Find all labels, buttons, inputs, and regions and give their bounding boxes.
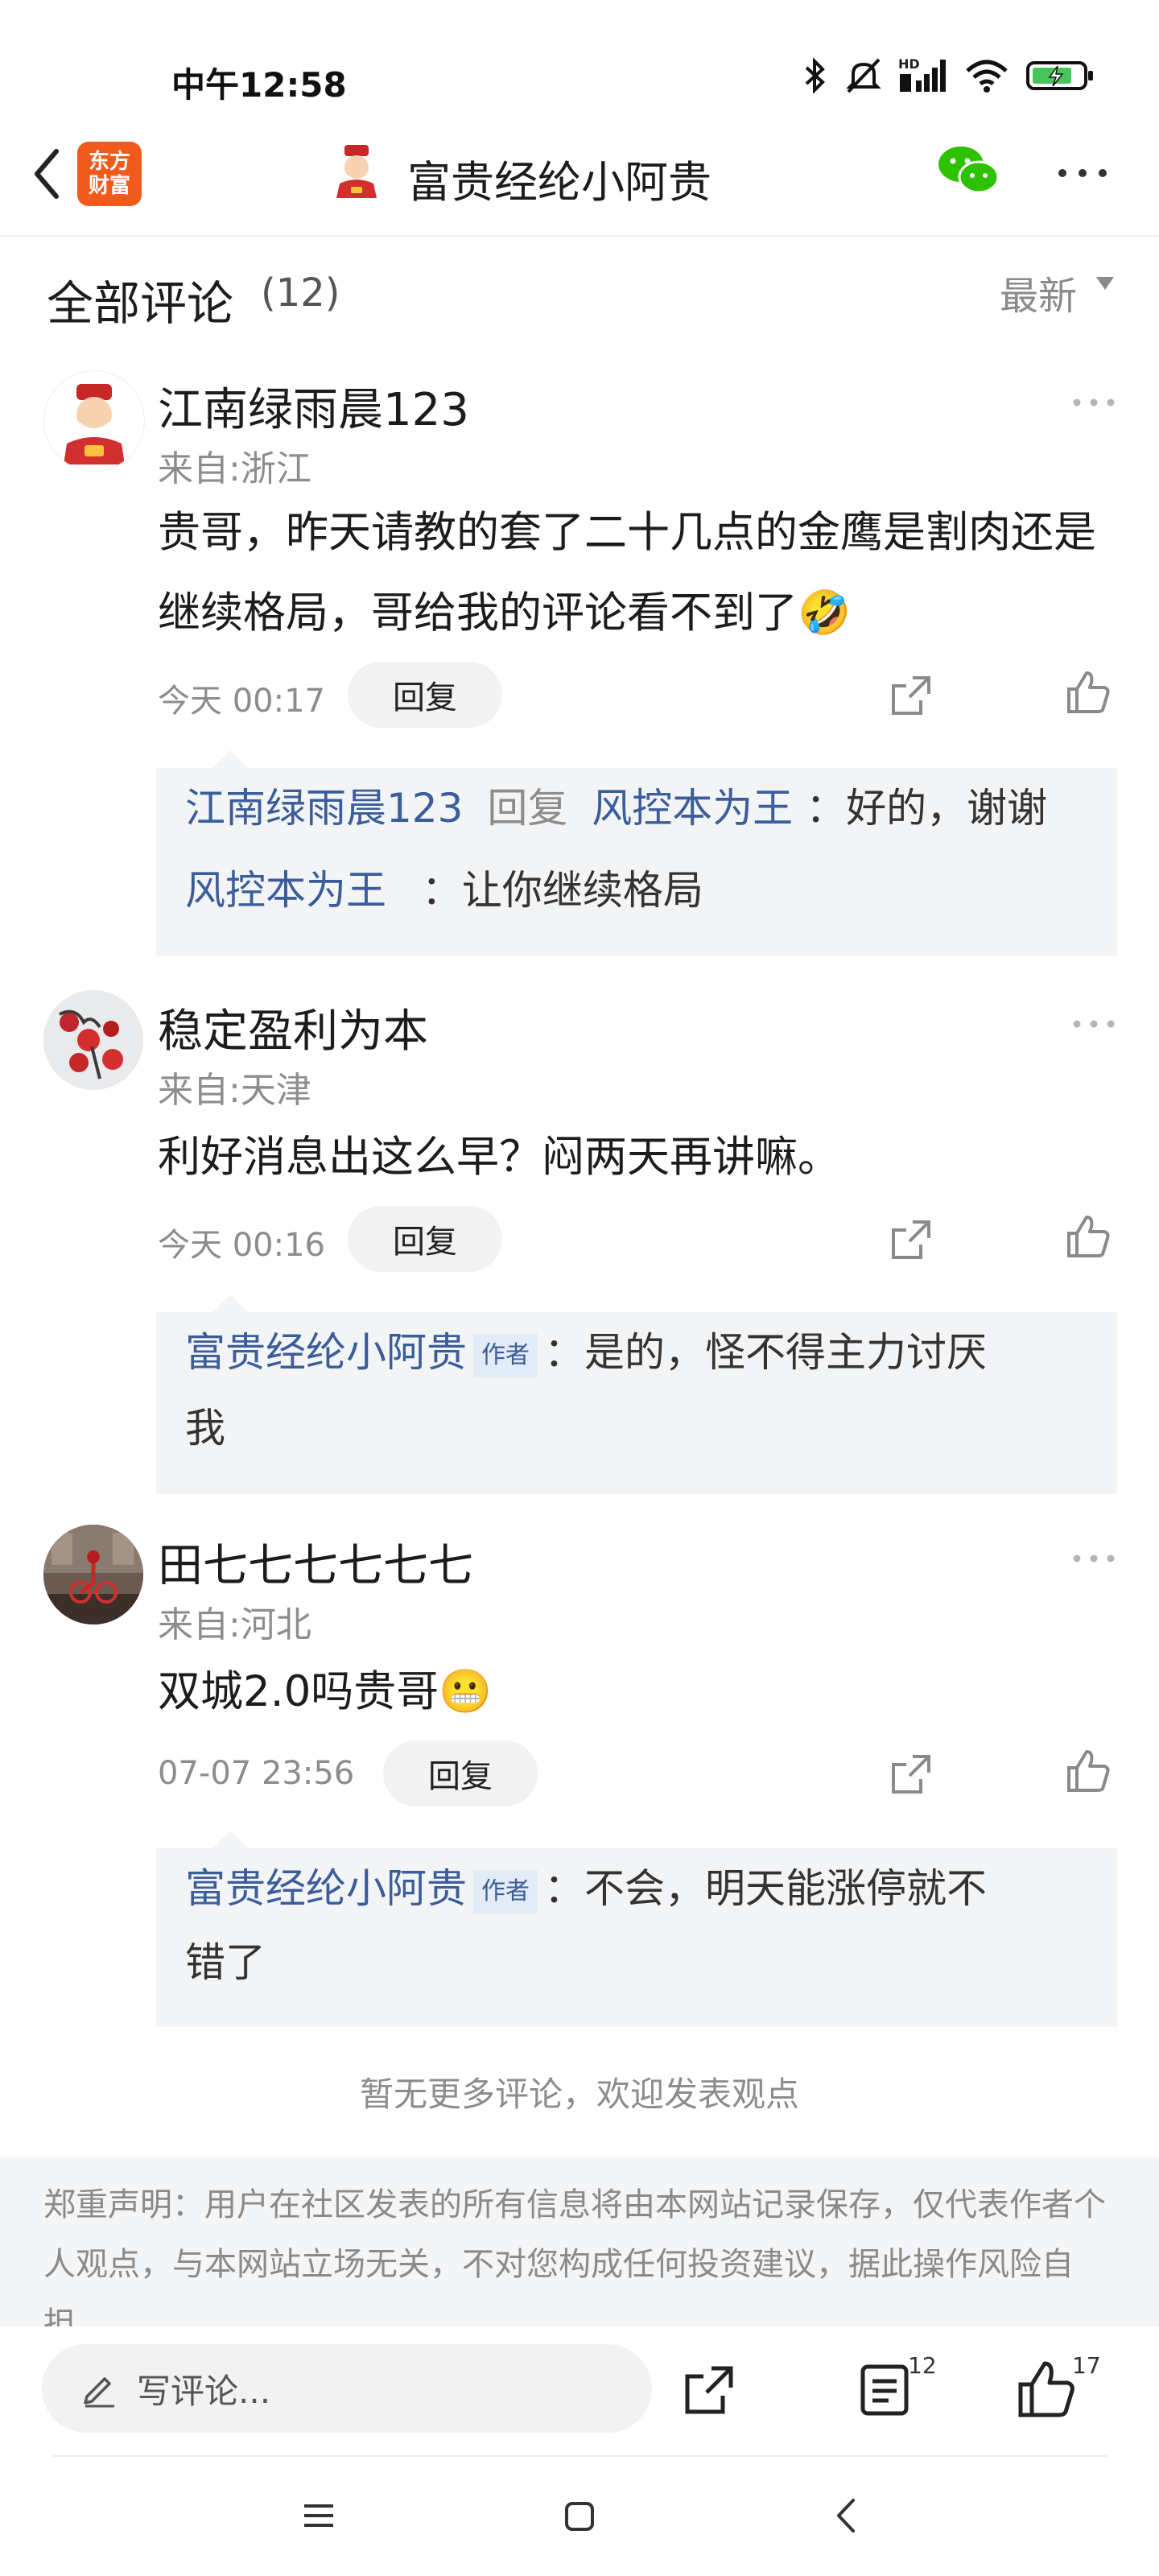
sort-dropdown[interactable]: 最新: [1000, 264, 1077, 320]
reply-from[interactable]: 江南绿雨晨123: [185, 785, 463, 832]
reply-box: 富贵经纶小阿贵 作者 ：不会，明天能涨停就不 错了: [156, 1848, 1117, 2027]
comment-body: 双城2.0吗贵哥😬: [158, 1667, 493, 1716]
more-dots-icon[interactable]: [1070, 396, 1117, 409]
comment-location: 来自:河北: [158, 1604, 311, 1645]
reply-text: ：让你继续格局: [421, 867, 703, 914]
comment-time: 今天 00:17: [158, 683, 325, 720]
more-dots-icon[interactable]: [1054, 165, 1111, 181]
reply-button[interactable]: 回复: [348, 662, 502, 728]
share-icon[interactable]: [889, 1752, 934, 1797]
no-more-comments: 暂无更多评论，欢迎发表观点: [359, 2074, 799, 2114]
caret-down-icon[interactable]: [1095, 275, 1116, 291]
comment-list-icon[interactable]: [856, 2362, 913, 2418]
mute-bell-icon: [846, 58, 881, 93]
more-dots-icon[interactable]: [1070, 1552, 1117, 1565]
comment-count-badge: 12: [908, 2352, 937, 2379]
reply-line: 风控本为王 ：让你继续格局: [185, 850, 703, 931]
reply-button[interactable]: 回复: [383, 1740, 538, 1806]
comments-title: 全部评论: [47, 276, 234, 331]
share-icon[interactable]: [681, 2362, 737, 2418]
reply-pointer: [212, 750, 248, 768]
back-arrow-icon[interactable]: [23, 142, 71, 206]
bluetooth-icon: [805, 57, 825, 94]
reply-text: ：好的，谢谢: [806, 785, 1048, 832]
wifi-icon: [966, 60, 1008, 93]
comment-body: 贵哥，昨天请教的套了二十几点的金鹰是割肉还是继续格局，哥给我的评论看不到了🤣: [158, 508, 1096, 638]
comment-input-placeholder: 写评论...: [137, 2371, 271, 2411]
nav-menu-icon[interactable]: [301, 2502, 336, 2529]
author-tag: 作者: [473, 1869, 538, 1913]
author-avatar-icon[interactable]: [328, 143, 385, 200]
like-count-badge: 17: [1072, 2352, 1101, 2379]
comment-body: 利好消息出这么早？闷两天再讲嘛。: [158, 1133, 840, 1182]
avatar[interactable]: [43, 370, 145, 472]
pen-icon: [84, 2377, 114, 2408]
logo-line1: 东方: [88, 150, 130, 174]
reply-line: 富贵经纶小阿贵 作者 ：不会，明天能涨停就不: [185, 1848, 987, 1929]
reply-verb: 回复: [487, 785, 568, 832]
share-icon[interactable]: [889, 673, 934, 718]
reply-from[interactable]: 富贵经纶小阿贵: [185, 1329, 467, 1376]
reply-to[interactable]: 风控本为王: [592, 785, 793, 832]
comment-username[interactable]: 田七七七七七七: [158, 1530, 473, 1595]
header-divider: [0, 235, 1159, 237]
status-icons: HD: [802, 56, 1095, 95]
comment-username[interactable]: 稳定盈利为本: [158, 995, 428, 1060]
reply-box: 江南绿雨晨123 回复 风控本为王 ：好的，谢谢 风控本为王 ：让你继续格局: [156, 768, 1117, 956]
author-tag: 作者: [473, 1333, 538, 1377]
like-icon[interactable]: [1016, 2359, 1077, 2420]
battery-icon: [1026, 61, 1093, 90]
comment-time: 今天 00:16: [158, 1227, 325, 1264]
reply-line: 江南绿雨晨123 回复 风控本为王 ：好的，谢谢: [185, 768, 1047, 848]
comments-count: (12): [261, 270, 340, 316]
avatar[interactable]: [43, 1525, 143, 1624]
more-dots-icon[interactable]: [1070, 1018, 1117, 1030]
reply-button[interactable]: 回复: [348, 1206, 502, 1272]
bottom-divider: [53, 2455, 1107, 2457]
reply-line-continued: 错了: [185, 1939, 266, 1986]
disclaimer-text: 郑重声明：用户在社区发表的所有信息将由本网站记录保存，仅代表作者个人观点，与本网…: [43, 2186, 1106, 2326]
avatar[interactable]: [43, 990, 143, 1090]
comment-username[interactable]: 江南绿雨晨123: [158, 374, 469, 439]
comment-input[interactable]: 写评论...: [42, 2344, 652, 2433]
reply-line: 富贵经纶小阿贵 作者 ：是的，怪不得主力讨厌: [185, 1312, 987, 1393]
status-time: 中午12:58: [171, 65, 347, 105]
comment-location: 来自:浙江: [158, 448, 311, 489]
signal-icon: HD: [898, 56, 948, 95]
nav-back-icon[interactable]: [834, 2496, 858, 2536]
reply-from[interactable]: 风控本为王: [185, 867, 386, 914]
reply-pointer: [212, 1294, 248, 1312]
nav-home-icon[interactable]: [563, 2500, 596, 2533]
like-icon[interactable]: [1064, 1747, 1112, 1795]
reply-from[interactable]: 富贵经纶小阿贵: [185, 1865, 467, 1912]
share-icon[interactable]: [889, 1217, 934, 1262]
disclaimer-area: 郑重声明：用户在社区发表的所有信息将由本网站记录保存，仅代表作者个人观点，与本网…: [0, 2157, 1159, 2326]
comment-location: 来自:天津: [158, 1070, 311, 1111]
reply-pointer: [212, 1831, 248, 1848]
reply-text: ：不会，明天能涨停就不: [544, 1865, 987, 1912]
comment-time: 07-07 23:56: [158, 1755, 355, 1792]
like-icon[interactable]: [1064, 1212, 1112, 1261]
reply-box: 富贵经纶小阿贵 作者 ：是的，怪不得主力讨厌 我: [156, 1312, 1117, 1494]
reply-line-continued: 我: [185, 1405, 225, 1451]
reply-text: ：是的，怪不得主力讨厌: [544, 1329, 987, 1376]
page-title: 富贵经纶小阿贵: [407, 157, 711, 208]
logo-line2: 财富: [88, 174, 130, 198]
wechat-icon[interactable]: [934, 142, 1003, 198]
like-icon[interactable]: [1064, 668, 1112, 716]
app-logo[interactable]: 东方 财富: [77, 142, 142, 206]
network-type: HD: [898, 56, 920, 72]
